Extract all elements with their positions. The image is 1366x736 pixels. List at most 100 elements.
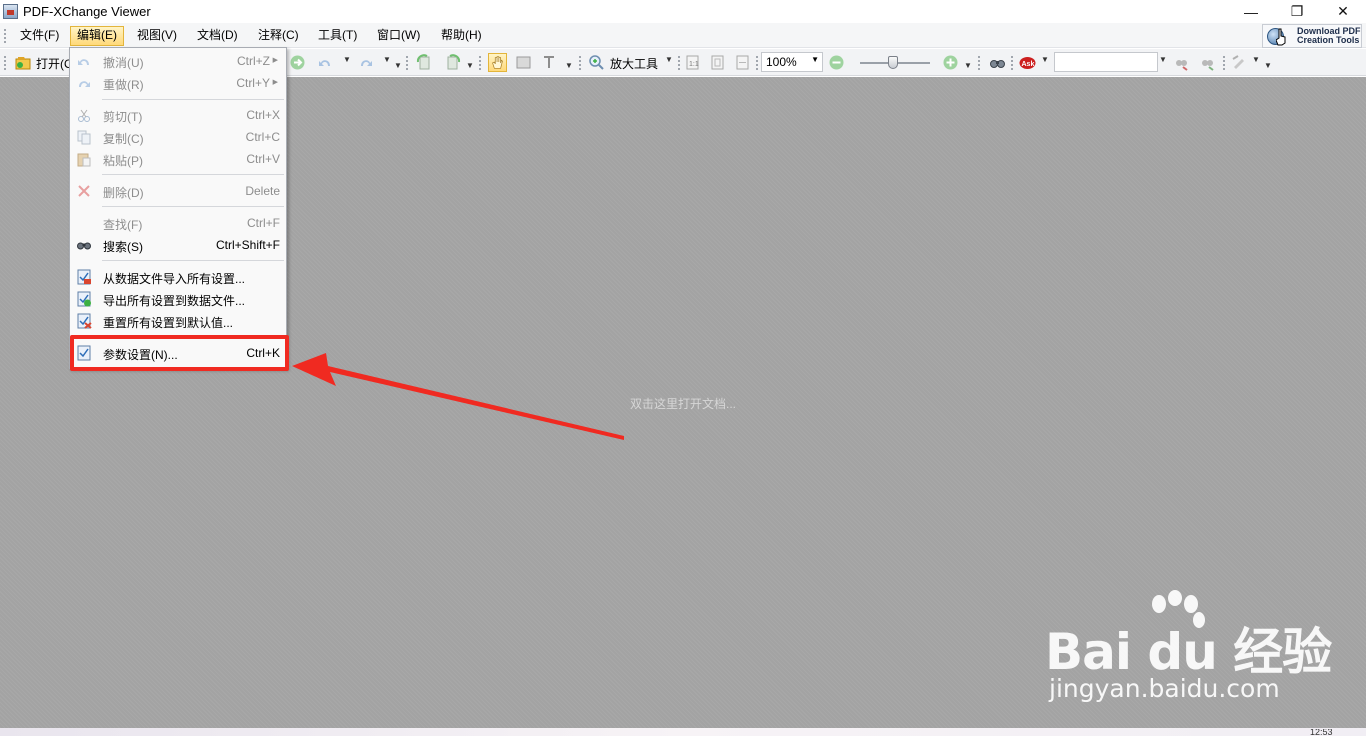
menu-window[interactable]: 窗口(W) (371, 26, 426, 46)
rotate-dropdown-arrow[interactable]: ▼ (466, 61, 474, 70)
reset-settings-icon (77, 313, 92, 329)
menu-comments[interactable]: 注释(C) (252, 26, 305, 46)
redo-icon (79, 81, 90, 87)
toolbar-grip-handle-9[interactable] (1222, 55, 1226, 70)
hand-cursor-icon (1276, 28, 1286, 46)
menu-item-shortcut: Ctrl+Z (237, 54, 270, 68)
zoom-slider-thumb[interactable] (888, 56, 898, 69)
snapshot-icon[interactable] (514, 53, 533, 72)
toolbar-grip-handle-3[interactable] (478, 55, 482, 70)
zoom-out-icon[interactable] (827, 53, 846, 72)
zoom-magnifier-icon[interactable] (587, 53, 606, 72)
toolbar-grip-handle[interactable] (3, 55, 7, 70)
redo-dropdown-arrow[interactable]: ▼ (383, 55, 391, 64)
fit-page-icon[interactable] (708, 53, 727, 72)
menu-item-search[interactable]: 搜索(S) Ctrl+Shift+F (70, 234, 286, 256)
svg-text:Ask: Ask (1022, 61, 1035, 68)
svg-text:1:1: 1:1 (689, 61, 699, 68)
zoom-tool-dropdown-arrow[interactable]: ▼ (665, 55, 673, 64)
menu-item-label: 重置所有设置到默认值... (103, 316, 234, 330)
actual-size-icon[interactable]: 1:1 (683, 53, 702, 72)
menu-item-shortcut: Ctrl+C (245, 130, 280, 144)
download-label: Download PDF Creation Tools (1297, 26, 1361, 45)
menu-help[interactable]: 帮助(H) (435, 26, 488, 46)
menu-item-label: 搜索(S) (103, 240, 143, 254)
zoom-in-icon[interactable] (941, 53, 960, 72)
rotate-left-icon[interactable] (415, 53, 434, 72)
select-dropdown-arrow[interactable]: ▼ (565, 61, 573, 70)
maximize-button[interactable]: ❐ (1274, 0, 1320, 23)
select-text-icon[interactable] (540, 53, 559, 72)
toolbar-end-overflow-arrow[interactable]: ▼ (1264, 61, 1272, 70)
menu-file[interactable]: 文件(F) (14, 26, 65, 46)
undo-icon[interactable] (316, 53, 335, 72)
menu-item-cut[interactable]: 剪切(T) Ctrl+X (70, 104, 286, 126)
menu-item-delete[interactable]: 删除(D) Delete (70, 180, 286, 202)
menu-item-redo[interactable]: 重做(R) Ctrl+Y ▶ (70, 72, 286, 94)
menu-item-reset-settings[interactable]: 重置所有设置到默认值... (70, 310, 286, 332)
watermark-url: jingyan.baidu.com (1049, 674, 1280, 703)
ask-search-icon[interactable]: Ask (1018, 53, 1037, 72)
highlight-dropdown-arrow[interactable]: ▼ (1252, 55, 1260, 64)
open-folder-icon[interactable] (14, 53, 33, 72)
toolbar-grip-handle-6[interactable] (755, 55, 759, 70)
title-bar: PDF-XChange Viewer — ❐ ✕ (0, 0, 1366, 23)
zoom-overflow-arrow[interactable]: ▼ (964, 61, 972, 70)
menu-tools[interactable]: 工具(T) (312, 26, 363, 46)
menu-document[interactable]: 文档(D) (191, 26, 244, 46)
toolbar-overflow-arrow[interactable]: ▼ (394, 61, 402, 70)
toolbar-grip-handle-2[interactable] (405, 55, 409, 70)
hand-tool-icon[interactable] (488, 53, 507, 72)
menu-item-shortcut: Ctrl+X (246, 108, 280, 122)
menu-item-shortcut: Ctrl+V (246, 152, 280, 166)
chevron-down-icon[interactable]: ▼ (811, 55, 819, 64)
open-document-hint[interactable]: 双击这里打开文档... (630, 395, 736, 412)
toolbar-grip-handle-4[interactable] (578, 55, 582, 70)
toolbar-grip-handle-5[interactable] (677, 55, 681, 70)
minimize-button[interactable]: — (1228, 0, 1274, 23)
highlight-tool-icon[interactable] (1230, 53, 1249, 72)
menu-edit[interactable]: 编辑(E) (70, 26, 124, 46)
menu-item-export-settings[interactable]: 导出所有设置到数据文件... (70, 288, 286, 310)
menubar-grip-handle[interactable] (3, 28, 7, 43)
delete-icon (78, 185, 90, 197)
menu-item-label: 导出所有设置到数据文件... (103, 294, 246, 308)
menu-item-shortcut: Ctrl+Y (236, 76, 270, 90)
menu-view[interactable]: 视图(V) (131, 26, 183, 46)
search-input[interactable] (1054, 52, 1158, 72)
scissors-icon (78, 109, 90, 122)
menu-separator (102, 174, 284, 175)
undo-dropdown-arrow[interactable]: ▼ (343, 55, 351, 64)
baidu-jingyan-watermark: Bai du 经验 jingyan.baidu.com (1045, 590, 1332, 710)
edit-menu-dropdown: 撤消(U) Ctrl+Z ▶ 重做(R) Ctrl+Y ▶ 剪切(T) Ctrl… (69, 47, 287, 369)
search-engine-dropdown-arrow[interactable]: ▼ (1041, 55, 1049, 64)
zoom-level-value: 100% (766, 55, 797, 69)
menu-item-label: 粘贴(P) (103, 154, 143, 168)
search-next-icon[interactable] (1198, 53, 1217, 72)
binoculars-icon[interactable] (988, 53, 1007, 72)
search-dropdown-arrow[interactable]: ▼ (1159, 55, 1167, 64)
zoom-level-select[interactable]: 100% ▼ (761, 52, 823, 72)
menu-item-find[interactable]: 查找(F) Ctrl+F (70, 212, 286, 234)
menu-item-label: 查找(F) (103, 218, 143, 232)
menu-item-import-settings[interactable]: 从数据文件导入所有设置... (70, 266, 286, 288)
zoom-tool-label[interactable]: 放大工具 (610, 55, 658, 72)
menu-separator (102, 99, 284, 100)
forward-icon[interactable] (288, 53, 307, 72)
redo-icon[interactable] (356, 53, 375, 72)
toolbar-grip-handle-7[interactable] (977, 55, 981, 70)
close-button[interactable]: ✕ (1320, 0, 1366, 23)
fit-width-icon[interactable] (733, 53, 752, 72)
submenu-arrow-icon: ▶ (272, 79, 278, 86)
menu-item-shortcut: Ctrl+Shift+F (215, 238, 280, 252)
submenu-arrow-icon: ▶ (272, 57, 278, 64)
menu-separator (102, 260, 284, 261)
menu-item-undo[interactable]: 撤消(U) Ctrl+Z ▶ (70, 50, 286, 72)
toolbar-grip-handle-8[interactable] (1010, 55, 1014, 70)
search-previous-icon[interactable] (1172, 53, 1191, 72)
menu-item-paste[interactable]: 粘贴(P) Ctrl+V (70, 148, 286, 170)
menu-item-shortcut: Delete (245, 184, 280, 198)
menu-item-copy[interactable]: 复制(C) Ctrl+C (70, 126, 286, 148)
menu-item-label: 重做(R) (103, 78, 144, 92)
rotate-right-icon[interactable] (443, 53, 462, 72)
